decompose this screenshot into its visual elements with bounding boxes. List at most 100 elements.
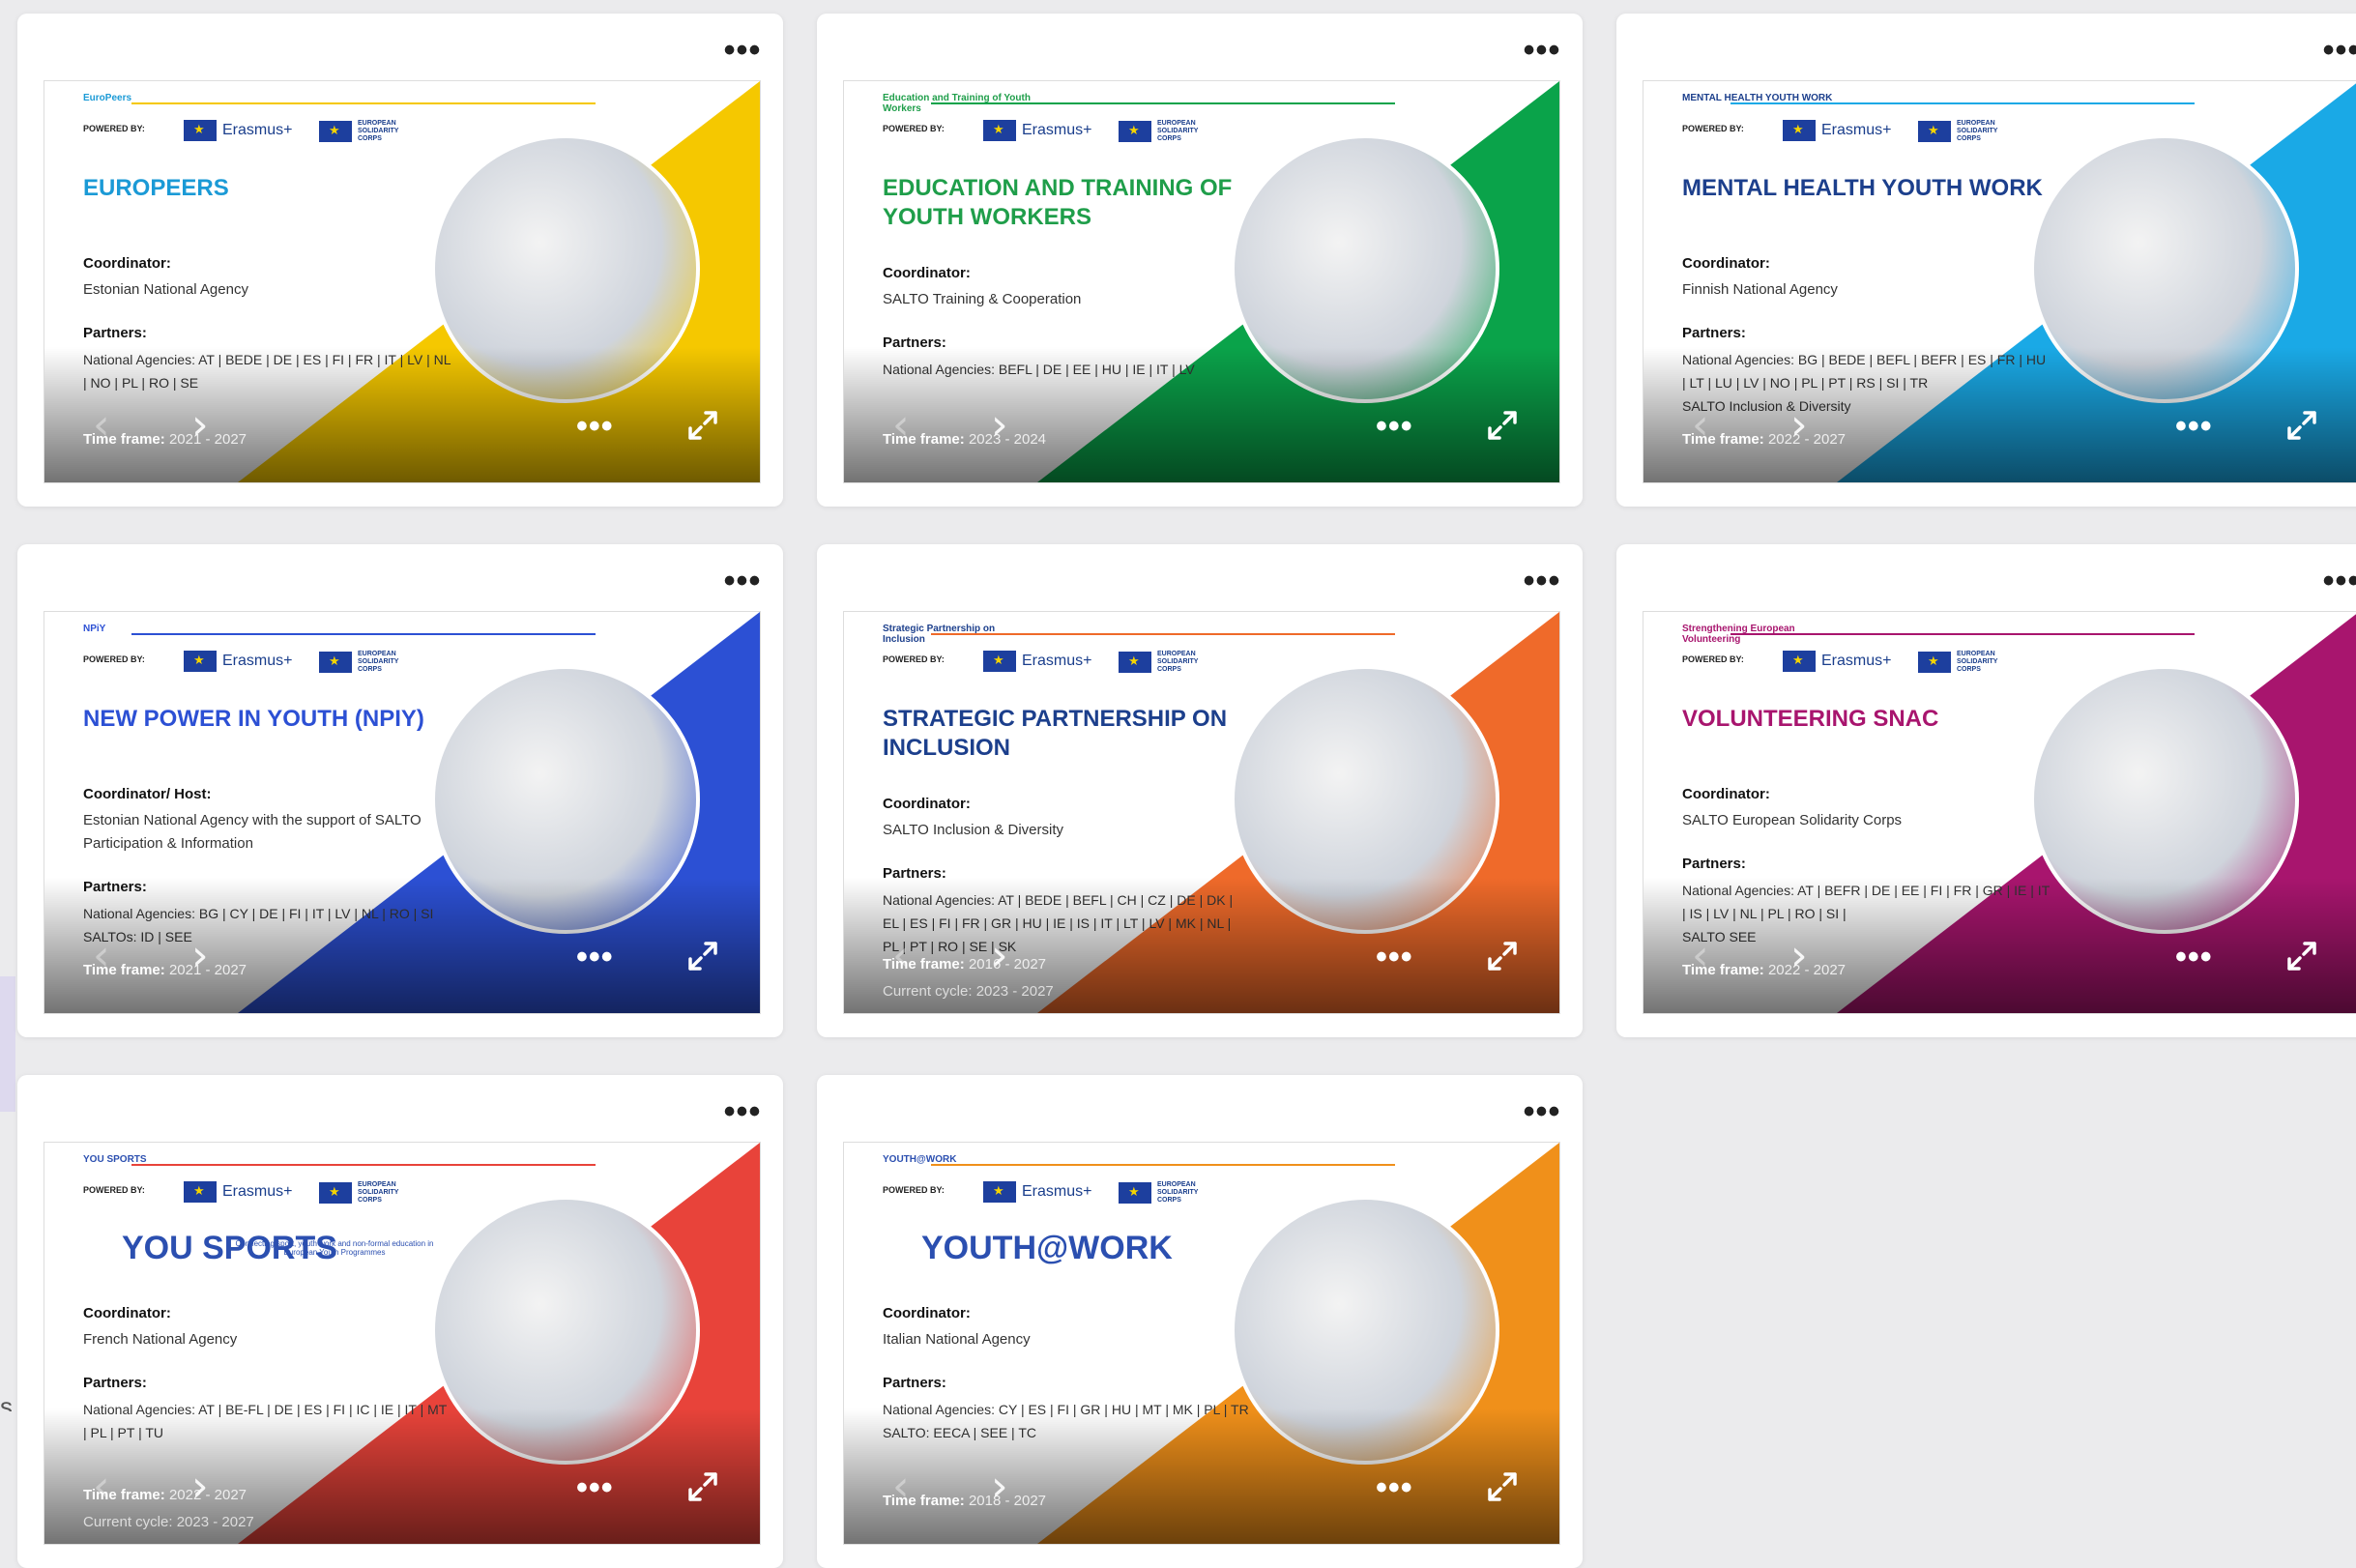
expand-icon[interactable]	[2283, 407, 2320, 444]
next-slide-button[interactable]: ›	[991, 935, 1014, 977]
expand-icon[interactable]	[684, 407, 721, 444]
project-slide[interactable]: MENTAL HEALTH YOUTH WORK POWERED BY: Erasm…	[1643, 80, 2356, 483]
current-cycle-label: Current cycle:	[83, 1514, 173, 1530]
expand-icon[interactable]	[1484, 1468, 1521, 1505]
program-logo: Strengthening European Volunteering	[1682, 624, 1795, 645]
card-more-options-button[interactable]: •••	[723, 565, 762, 597]
eu-flag-icon	[1918, 121, 1951, 142]
expand-icon[interactable]	[684, 938, 721, 974]
next-slide-button[interactable]: ›	[191, 935, 215, 977]
card-more-options-button[interactable]: •••	[1523, 1095, 1561, 1128]
card-more-options-button[interactable]: •••	[2322, 34, 2356, 67]
powered-by-label: POWERED BY:	[883, 124, 945, 133]
erasmus-logo: Erasmus+	[1783, 120, 1891, 141]
card-more-options-button[interactable]: •••	[723, 34, 762, 67]
project-slide[interactable]: EuroPeers POWERED BY: Erasmus+ EUROPEAN SOL…	[44, 80, 761, 483]
partners-value: National Agencies: BEFL | DE | EE | HU |…	[883, 362, 1195, 377]
project-photo	[431, 665, 700, 934]
coordinator-label: Coordinator:	[83, 255, 171, 272]
expand-icon[interactable]	[2283, 938, 2320, 974]
project-slide[interactable]: Strategic Partnership on Inclusion POWERE…	[843, 611, 1560, 1014]
project-card[interactable]: ••• EuroPeers POWERED BY: Erasmus+ EUROPEAN …	[17, 14, 783, 507]
project-title: EUROPEERS	[83, 175, 229, 201]
previous-slide-button[interactable]: ‹	[892, 1466, 916, 1508]
erasmus-logo: Erasmus+	[184, 1181, 292, 1203]
previous-slide-button[interactable]: ‹	[892, 404, 916, 447]
project-slide[interactable]: YOU SPORTS POWERED BY: Erasmus+ EUROPEAN SO…	[44, 1142, 761, 1545]
coordinator-value: Italian National Agency	[883, 1331, 1031, 1348]
project-card[interactable]: ••• MENTAL HEALTH YOUTH WORK POWERED BY: Er…	[1616, 14, 2356, 507]
next-slide-button[interactable]: ›	[991, 404, 1014, 447]
slide-more-options-button[interactable]: •••	[1376, 1471, 1418, 1504]
expand-icon[interactable]	[1484, 938, 1521, 974]
eu-flag-icon	[983, 120, 1016, 141]
expand-icon[interactable]	[1484, 407, 1521, 444]
eu-flag-icon	[319, 121, 352, 142]
card-more-options-button[interactable]: •••	[723, 1095, 762, 1128]
previous-slide-button[interactable]: ‹	[93, 1466, 116, 1508]
next-slide-button[interactable]: ›	[1790, 935, 1814, 977]
project-title: STRATEGIC PARTNERSHIP ON INCLUSION	[883, 706, 1228, 761]
project-card[interactable]: ••• NPiY POWERED BY: Erasmus+ EUROPEAN SOLID…	[17, 544, 783, 1037]
next-slide-button[interactable]: ›	[991, 1466, 1014, 1508]
project-photo	[1231, 134, 1499, 403]
project-slide[interactable]: Education and Training of Youth Workers P…	[843, 80, 1560, 483]
card-more-options-button[interactable]: •••	[1523, 34, 1561, 67]
project-card[interactable]: ••• YOU SPORTS POWERED BY: Erasmus+ EUROPEAN…	[17, 1075, 783, 1568]
next-slide-button[interactable]: ›	[1790, 404, 1814, 447]
solidarity-corps-logo: EUROPEAN SOLIDARITY CORPS	[1119, 1181, 1215, 1205]
project-slide[interactable]: Strengthening European Volunteering POWER…	[1643, 611, 2356, 1014]
erasmus-label: Erasmus+	[1022, 653, 1092, 669]
partners-label: Partners:	[883, 865, 946, 882]
solidarity-corps-label: EUROPEAN SOLIDARITY CORPS	[358, 651, 399, 673]
partners-value: National Agencies: BG | BEDE | BEFL | BE…	[1682, 352, 2047, 414]
slide-more-options-button[interactable]: •••	[1376, 410, 1418, 443]
project-title: NEW POWER IN YOUTH (NPIY)	[83, 706, 424, 732]
sidebar-truncated-text: s	[0, 1392, 13, 1411]
previous-slide-button[interactable]: ‹	[1692, 404, 1715, 447]
powered-by-label: POWERED BY:	[83, 1185, 145, 1195]
header-divider-line	[131, 1164, 596, 1166]
slide-more-options-button[interactable]: •••	[576, 941, 619, 973]
previous-slide-button[interactable]: ‹	[892, 935, 916, 977]
erasmus-label: Erasmus+	[1821, 122, 1892, 138]
project-card[interactable]: ••• Strategic Partnership on Inclusion POW…	[817, 544, 1583, 1037]
solidarity-corps-label: EUROPEAN SOLIDARITY CORPS	[1957, 651, 1998, 673]
eu-flag-icon	[184, 1181, 217, 1203]
project-card[interactable]: ••• Education and Training of Youth Worke…	[817, 14, 1583, 507]
solidarity-corps-logo: EUROPEAN SOLIDARITY CORPS	[1119, 120, 1215, 143]
partners-value: National Agencies: AT | BEDE | BEFL | CH…	[883, 892, 1234, 954]
erasmus-label: Erasmus+	[222, 1183, 293, 1200]
eu-flag-icon	[983, 1181, 1016, 1203]
slide-more-options-button[interactable]: •••	[1376, 941, 1418, 973]
header-divider-line	[131, 102, 596, 104]
card-more-options-button[interactable]: •••	[1523, 565, 1561, 597]
card-more-options-button[interactable]: •••	[2322, 565, 2356, 597]
project-slide[interactable]: YOUTH@WORK POWERED BY: Erasmus+ EUROPEAN SO…	[843, 1142, 1560, 1545]
partners-value: National Agencies: AT | BEFR | DE | EE |…	[1682, 883, 2050, 944]
project-slide[interactable]: NPiY POWERED BY: Erasmus+ EUROPEAN SOLIDARI…	[44, 611, 761, 1014]
project-photo	[2030, 665, 2299, 934]
current-cycle-label: Current cycle:	[883, 983, 973, 1000]
program-logo: Strategic Partnership on Inclusion	[883, 624, 996, 645]
slide-more-options-button[interactable]: •••	[576, 410, 619, 443]
erasmus-label: Erasmus+	[1022, 122, 1092, 138]
coordinator-label: Coordinator:	[883, 796, 971, 812]
previous-slide-button[interactable]: ‹	[93, 935, 116, 977]
previous-slide-button[interactable]: ‹	[1692, 935, 1715, 977]
slide-more-options-button[interactable]: •••	[2175, 410, 2218, 443]
next-slide-button[interactable]: ›	[191, 1466, 215, 1508]
previous-slide-button[interactable]: ‹	[93, 404, 116, 447]
program-logo: Education and Training of Youth Workers	[883, 93, 1031, 114]
project-tagline: Connecting sport, youth work and non-for…	[235, 1239, 434, 1257]
expand-icon[interactable]	[684, 1468, 721, 1505]
project-card[interactable]: ••• Strengthening European Volunteering PO…	[1616, 544, 2356, 1037]
powered-by-label: POWERED BY:	[883, 1185, 945, 1195]
program-logo: YOUTH@WORK	[883, 1154, 957, 1165]
slide-more-options-button[interactable]: •••	[2175, 941, 2218, 973]
partners-label: Partners:	[883, 334, 946, 351]
next-slide-button[interactable]: ›	[191, 404, 215, 447]
project-card[interactable]: ••• YOUTH@WORK POWERED BY: Erasmus+ EUROPEAN…	[817, 1075, 1583, 1568]
slide-more-options-button[interactable]: •••	[576, 1471, 619, 1504]
project-title: VOLUNTEERING SNAC	[1682, 706, 1939, 732]
